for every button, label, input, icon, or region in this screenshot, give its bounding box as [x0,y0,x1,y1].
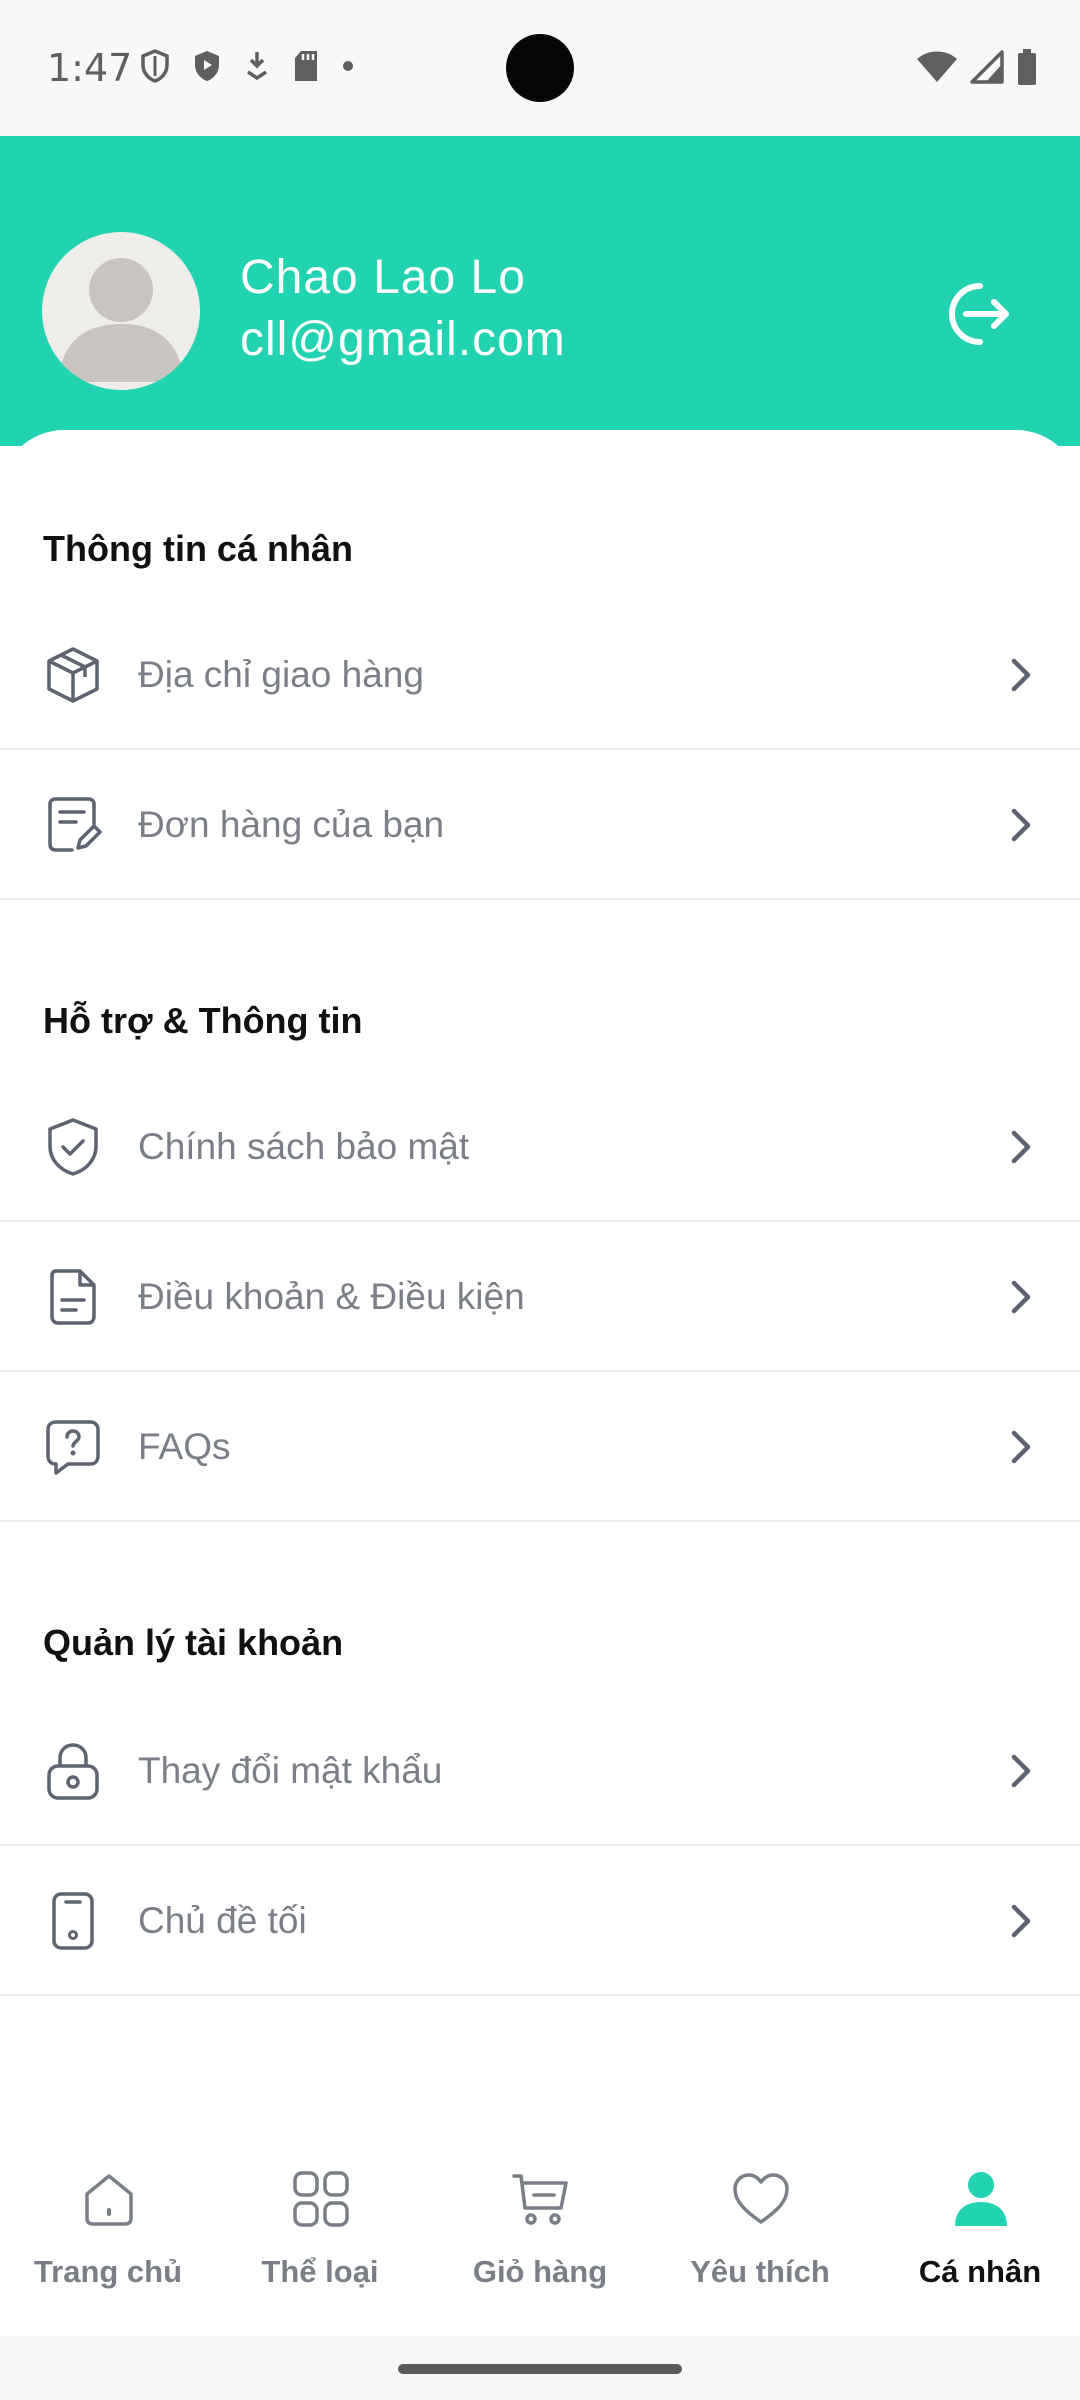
grid-icon [293,2171,349,2227]
chevron-right-icon [1011,1754,1031,1788]
menu-item-label: Địa chỉ giao hàng [138,654,424,695]
status-icons-left [140,48,354,84]
user-email: cll@gmail.com [240,313,566,366]
battery-icon [1018,49,1036,85]
menu-item-label: Chính sách bảo mật [138,1126,470,1167]
menu-item-label: Đơn hàng của bạn [138,804,445,845]
question-bubble-icon [46,1420,100,1475]
gesture-area [0,2336,1080,2400]
logout-icon [949,283,1009,345]
nav-label: Thể loại [261,2254,379,2289]
menu-item-faqs[interactable]: FAQs [0,1372,1080,1522]
menu-item-change-password[interactable]: Thay đổi mật khẩu [0,1696,1080,1846]
camera-cutout [506,34,574,102]
person-icon [955,2172,1007,2226]
chevron-right-icon [1011,1130,1031,1164]
nav-label: Giỏ hàng [472,2254,608,2289]
nav-label: Trang chủ [33,2254,183,2289]
menu-item-your-orders[interactable]: Đơn hàng của bạn [0,750,1080,900]
dot-icon [343,61,353,71]
home-gesture-bar[interactable] [398,2364,682,2374]
chevron-right-icon [1011,1280,1031,1314]
play-shield-icon [195,51,219,81]
menu-item-label: Điều khoản & Điều kiện [138,1276,525,1317]
section-title-support: Hỗ trợ & Thông tin [43,1000,363,1041]
home-icon [85,2174,133,2226]
nav-favorites[interactable]: Yêu thích [652,2140,868,2336]
download-icon [247,52,267,81]
status-time: 1:47 [47,46,133,90]
menu-item-shipping-address[interactable]: Địa chỉ giao hàng [0,600,1080,750]
nav-label: Yêu thích [690,2254,830,2289]
avatar-placeholder-icon [58,258,184,382]
menu-item-label: Thay đổi mật khẩu [138,1750,443,1791]
nav-label: Cá nhân [918,2254,1042,2289]
lock-icon [47,1743,99,1800]
cart-icon [512,2174,568,2225]
chevron-right-icon [1011,1430,1031,1464]
chevron-right-icon [1011,1904,1031,1938]
shield-icon [141,49,169,83]
logout-button[interactable] [936,274,1016,354]
signal-icon [970,50,1004,84]
nav-categories[interactable]: Thể loại [212,2140,428,2336]
nav-cart[interactable]: Giỏ hàng [432,2140,648,2336]
heart-icon [733,2173,789,2224]
bottom-navigation: Trang chủ Thể loại Giỏ hàng Yêu thích Cá… [0,2140,1080,2336]
profile-header: Chao Lao Lo cll@gmail.com [0,136,1080,446]
status-bar: 1:47 [0,0,1080,136]
avatar[interactable] [42,232,200,390]
menu-item-dark-theme[interactable]: Chủ đề tối [0,1846,1080,1996]
menu-item-label: FAQs [138,1426,231,1467]
package-icon [47,647,99,703]
user-name: Chao Lao Lo [240,251,526,304]
section-title-account: Quản lý tài khoản [43,1622,344,1663]
menu-item-label: Chủ đề tối [138,1900,307,1941]
receipt-edit-icon [48,797,102,852]
wifi-icon [917,51,957,82]
shield-check-icon [48,1118,98,1176]
nav-home[interactable]: Trang chủ [0,2140,216,2336]
sd-card-icon [295,51,317,81]
phone-icon [52,1892,94,1950]
menu-item-privacy-policy[interactable]: Chính sách bảo mật [0,1072,1080,1222]
nav-profile[interactable]: Cá nhân [872,2140,1080,2336]
chevron-right-icon [1011,658,1031,692]
settings-content: Thông tin cá nhân Địa chỉ giao hàng Đơn … [0,430,1080,2130]
document-icon [50,1269,96,1325]
menu-item-terms-conditions[interactable]: Điều khoản & Điều kiện [0,1222,1080,1372]
status-icons-right [916,48,1038,86]
chevron-right-icon [1011,808,1031,842]
section-title-personal: Thông tin cá nhân [43,528,353,569]
